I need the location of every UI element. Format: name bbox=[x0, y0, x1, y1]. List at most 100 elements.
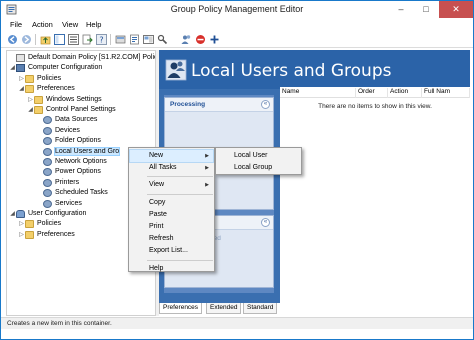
tree-item-label: Network Options bbox=[55, 158, 107, 165]
tree-item[interactable]: Local Users and Gro bbox=[36, 146, 121, 157]
menu-item-local-user[interactable]: Local User bbox=[217, 150, 300, 162]
header-banner: Local Users and Groups bbox=[159, 50, 470, 89]
tree-item-label: Windows Settings bbox=[46, 95, 102, 103]
column-header-name[interactable]: Name bbox=[280, 88, 356, 98]
tree-item[interactable]: ◢ Computer Configuration bbox=[9, 63, 102, 73]
menu-item-paste[interactable]: Paste bbox=[130, 209, 213, 221]
tab-standard[interactable]: Standard bbox=[243, 303, 278, 314]
tree-item[interactable]: Data Sources bbox=[36, 115, 97, 125]
menu-item-print[interactable]: Print bbox=[130, 221, 213, 233]
expand-toggle-icon[interactable]: ◢ bbox=[9, 63, 16, 73]
tree-item-label: Power Options bbox=[55, 168, 101, 176]
menu-item-label: Print bbox=[149, 223, 164, 230]
folder-icon bbox=[25, 230, 34, 239]
minimize-button[interactable]: – bbox=[389, 1, 413, 18]
tree-item[interactable]: ▷ Preferences bbox=[18, 230, 75, 240]
close-button[interactable]: ✕ bbox=[439, 1, 473, 18]
data-sources-icon bbox=[43, 116, 52, 125]
tree-item[interactable]: Folder Options bbox=[36, 136, 101, 146]
collapse-icon[interactable]: « bbox=[261, 100, 270, 109]
up-folder-icon[interactable] bbox=[40, 34, 51, 45]
toolbar-separator bbox=[110, 34, 111, 45]
devices-icon bbox=[43, 126, 52, 135]
column-header-full-name[interactable]: Full Nam bbox=[422, 88, 470, 98]
tree-item-label: Control Panel Settings bbox=[46, 106, 116, 113]
new-submenu: Local User Local Group bbox=[215, 147, 302, 175]
tree-item[interactable]: Devices bbox=[36, 126, 80, 136]
column-header-action[interactable]: Action bbox=[388, 88, 422, 98]
menu-view[interactable]: View bbox=[62, 20, 78, 29]
stop-icon[interactable] bbox=[195, 34, 206, 45]
scheduled-tasks-icon bbox=[43, 189, 52, 198]
menu-item-help[interactable]: Help bbox=[130, 263, 213, 275]
menu-item-new[interactable]: New ▶ bbox=[129, 149, 214, 163]
menu-separator bbox=[147, 193, 213, 195]
tree-item[interactable]: ◢ User Configuration bbox=[9, 209, 86, 219]
tree-item[interactable]: ▷ Policies bbox=[18, 74, 61, 84]
tree-item[interactable]: Services bbox=[36, 199, 82, 209]
tree-item[interactable]: Scheduled Tasks bbox=[36, 188, 108, 198]
menu-item-label: All Tasks bbox=[149, 164, 177, 172]
users-toolbar-icon[interactable] bbox=[181, 34, 192, 45]
tree-item[interactable]: Printers bbox=[36, 178, 79, 188]
toolbar: ? bbox=[1, 31, 473, 48]
tree-item-label: Devices bbox=[55, 126, 80, 134]
menu-item-label: Refresh bbox=[149, 235, 174, 243]
menu-item-copy[interactable]: Copy bbox=[130, 197, 213, 209]
view-icon[interactable] bbox=[143, 34, 154, 45]
menu-item-local-group[interactable]: Local Group bbox=[217, 162, 300, 174]
tree-item-label: Folder Options bbox=[55, 137, 101, 145]
menu-item-export-list[interactable]: Export List... bbox=[130, 245, 213, 257]
menu-help[interactable]: Help bbox=[86, 20, 101, 29]
properties-icon[interactable] bbox=[129, 34, 140, 45]
view-tabs: Preferences Extended Standard bbox=[159, 303, 470, 315]
menu-separator bbox=[147, 176, 213, 178]
tree-item-label: Scheduled Tasks bbox=[55, 189, 108, 197]
export-icon[interactable] bbox=[82, 34, 93, 45]
expand-toggle-icon[interactable]: ◢ bbox=[27, 105, 34, 115]
expand-toggle-icon[interactable]: ▷ bbox=[18, 230, 25, 240]
tree-item[interactable]: ◢ Control Panel Settings bbox=[27, 105, 116, 115]
menu-item-all-tasks[interactable]: All Tasks ▶ bbox=[130, 162, 213, 174]
column-header-order[interactable]: Order bbox=[356, 88, 388, 98]
expand-toggle-icon[interactable]: ▷ bbox=[18, 74, 25, 84]
app-window: Group Policy Management Editor – □ ✕ Fil… bbox=[0, 0, 474, 340]
tree-item-label: Policies bbox=[37, 220, 62, 228]
tree-item[interactable]: Network Options bbox=[36, 157, 107, 167]
tab-preferences[interactable]: Preferences bbox=[159, 303, 203, 314]
menu-item-view[interactable]: View ▶ bbox=[130, 179, 213, 191]
tree-item-label: Printers bbox=[55, 178, 80, 186]
tab-extended[interactable]: Extended bbox=[206, 303, 242, 314]
tree-item[interactable]: ▷ Policies bbox=[18, 219, 61, 229]
back-icon[interactable] bbox=[7, 34, 18, 45]
expand-toggle-icon[interactable]: ▷ bbox=[18, 219, 25, 229]
menu-bar: File Action View Help bbox=[1, 18, 473, 31]
tree-item[interactable]: Power Options bbox=[36, 167, 101, 177]
refresh-icon[interactable] bbox=[115, 34, 126, 45]
title-bar: Group Policy Management Editor – □ ✕ bbox=[1, 1, 473, 18]
menu-action[interactable]: Action bbox=[32, 20, 53, 29]
tree-item-label: Preferences bbox=[37, 230, 75, 238]
show-tree-icon[interactable] bbox=[54, 34, 65, 45]
items-list[interactable]: Name Order Action Full Nam There are no … bbox=[280, 87, 470, 303]
maximize-button[interactable]: □ bbox=[414, 1, 438, 18]
expand-toggle-icon[interactable]: ◢ bbox=[9, 209, 16, 219]
wrench-icon[interactable] bbox=[157, 34, 168, 45]
expand-toggle-icon[interactable]: ◢ bbox=[18, 84, 25, 94]
user-icon bbox=[16, 210, 25, 218]
tree-item[interactable]: Default Domain Policy [S1.R2.COM] Policy bbox=[9, 53, 156, 63]
processing-title: Processing bbox=[170, 101, 206, 108]
expand-toggle-icon[interactable]: ▷ bbox=[27, 95, 34, 105]
menu-file[interactable]: File bbox=[10, 20, 22, 29]
forward-icon[interactable] bbox=[21, 34, 32, 45]
collapse-icon[interactable]: « bbox=[261, 218, 270, 227]
help-icon[interactable]: ? bbox=[96, 34, 107, 45]
tree-item-label: Default Domain Policy [S1.R2.COM] Policy bbox=[28, 54, 156, 61]
menu-item-refresh[interactable]: Refresh bbox=[130, 233, 213, 245]
processing-header[interactable]: Processing « bbox=[165, 98, 273, 112]
list-icon[interactable] bbox=[68, 34, 79, 45]
add-icon[interactable] bbox=[209, 34, 220, 45]
tree-item[interactable]: ▷ Windows Settings bbox=[27, 95, 102, 105]
users-icon bbox=[43, 147, 52, 156]
tree-item[interactable]: ◢ Preferences bbox=[18, 84, 75, 94]
